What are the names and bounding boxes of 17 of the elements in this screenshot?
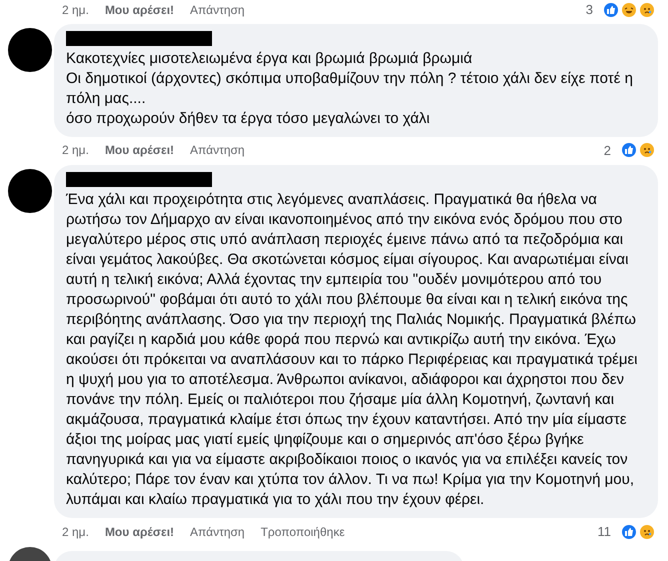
reaction-count: 11 [598,523,611,541]
timestamp: 2 ημ. [62,524,89,541]
like-link[interactable]: Μου αρέσει! [104,522,174,541]
timestamp: 2 ημ. [62,142,89,160]
reply-link[interactable]: Απάντηση [190,141,245,160]
reply-link[interactable]: Απάντηση [190,522,245,541]
comment-text: Κακοτεχνίες μισοτελειωμένα έργα και βρωμιά βρωμιά βρωμιά [66,48,474,68]
like-link[interactable]: Μου αρέσει! [104,0,174,19]
comment-text: Οι δημοτικοί (άρχοντες) σκόπιμα υποβαθμίζουν την πόλη ? τέτοιο χάλι δεν είχε ποτέ η πόλη μας.... [66,68,634,108]
reaction-count: 3 [586,1,593,19]
comment-text: όσο προχωρούν δήθεν τα έργα τόσο μεγαλώνει το χάλι [66,108,431,128]
reply-link[interactable]: Απάντηση [190,0,245,19]
comment-text: Ένα χάλι και προχειρότητα στις λεγόμενες αναπλάσεις. Πραγματικά θα ήθελα να ρωτήσω τον Δήμαρχο αν είναι ικανοποιημένος από την εικόνα ενός δρόμου που στο μεγαλύτερο μέρος στις υπό ανάπλαση περιοχές έμεινε πάνω από τα πεζοδρόμια και είναι γεμάτος λακούβες. Θα σκοτώνεται κόσμος είμαι σίγουρος. Και αναρωτιέμαι είναι αυτή η τελική εικόνα; Αλλά έχοντας την εμπειρία του "ουδέν μονιμότερου από του προσωρινού" φοβάμαι ότι αυτό το χάλι που βλέπουμε θα είναι και η τελική εικόνα της περιβόητης ανάπλασης. Όσο για την περιοχή της Παλιάς Νομικής. Πραγματικά βλέπω και ραγίζει η καρδιά μου κάθε φορά που περνώ και αντικρίζω αυτή την εικόνα. Έχω ακούσει ότι πρόκειται να αναπλάσουν και το πάρκο Περιφέρειας και πραγματικά τρέμει η ψυχή μου για το αποτέλεσμα. Άνθρωποι ανίκανοι, αδιάφοροι και άχρηστοι που δεν πονάνε την πόλη. Εμείς οι παλιότεροι που ζήσαμε μία άλλη Κομοτηνή, ζωντανή και ακμάζουσα, πραγματικά κλαίμε έτσι όπως την έχουν καταντήσει. Από την μία είμαστε άξιοι της μοίρας μας γιατί εμείς ψηφίζουμε και ο σημερινός απ'όσο ξέρω βγήκε πανηγυρικά και για να είμαστε ακριβοδίκαιοι ποιος ο ικανός για να επιλέξει κανείς τον καλύτερο; Πάρε τον έναν και χτύπα τον άλλον. Τι να πω! Κρίμα για την Κομοτηνή μου, λυπάμαι και κλαίω πραγματικά για το χάλι που την έχουν φέρει. [66,190,638,510]
timestamp: 2 ημ. [62,2,89,19]
edited-label: Τροποποιήθηκε [260,524,345,541]
like-link[interactable]: Μου αρέσει! [104,141,174,160]
reaction-count: 2 [604,142,611,160]
